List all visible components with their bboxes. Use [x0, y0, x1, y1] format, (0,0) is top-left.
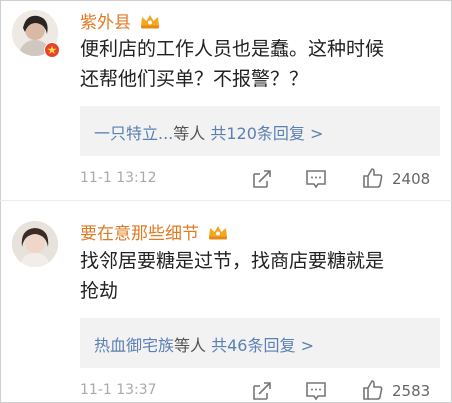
like-icon[interactable]: [362, 379, 384, 401]
username-text[interactable]: 要在意那些细节: [80, 224, 199, 244]
verified-badge-icon: [44, 42, 60, 58]
comment-text-line: 抢劫: [80, 280, 119, 302]
reply-etc-label: 等人: [173, 124, 206, 143]
reply-count-link[interactable]: 共120条回复 >: [210, 124, 323, 143]
username[interactable]: 紫外县: [80, 8, 161, 33]
comment-text-line: 找邻居要糖是过节，找商店要糖就是: [80, 250, 385, 272]
reply-summary-text: 一只特立...等人 共120条回复 >: [94, 120, 323, 144]
divider: [0, 200, 452, 201]
comment-icon[interactable]: [305, 380, 327, 402]
reply-etc-label: 等人: [174, 336, 207, 355]
username-text[interactable]: 紫外县: [80, 13, 131, 33]
share-icon[interactable]: [251, 380, 273, 402]
reply-summary-text: 热血御宅族等人 共46条回复 >: [94, 332, 314, 356]
reply-count-link[interactable]: 共46条回复 >: [211, 336, 314, 355]
comment-text: 找邻居要糖是过节，找商店要糖就是 抢劫: [80, 246, 440, 306]
reply-user-names[interactable]: 热血御宅族: [94, 336, 174, 355]
vip-crown-icon: [141, 15, 160, 29]
share-icon[interactable]: [251, 168, 273, 190]
like-count: 2583: [392, 382, 431, 400]
reply-summary[interactable]: 热血御宅族等人 共46条回复 >: [80, 318, 440, 368]
reply-user-names[interactable]: 一只特立...: [94, 124, 173, 143]
avatar[interactable]: [12, 221, 58, 267]
reply-summary[interactable]: 一只特立...等人 共120条回复 >: [80, 106, 440, 156]
username[interactable]: 要在意那些细节: [80, 219, 229, 244]
comment-text: 便利店的工作人员也是蠢。这种时候 还帮他们买单？不报警？？: [80, 34, 440, 94]
comment-timestamp: 11-1 13:37: [80, 382, 157, 398]
comment-icon[interactable]: [305, 168, 327, 190]
vip-crown-icon: [209, 226, 228, 240]
comment-text-line: 还帮他们买单？不报警？？: [80, 68, 309, 90]
like-icon[interactable]: [362, 167, 384, 189]
comment-text-line: 便利店的工作人员也是蠢。这种时候: [80, 38, 385, 60]
comment-timestamp: 11-1 13:12: [80, 170, 157, 186]
like-count: 2408: [392, 170, 431, 188]
